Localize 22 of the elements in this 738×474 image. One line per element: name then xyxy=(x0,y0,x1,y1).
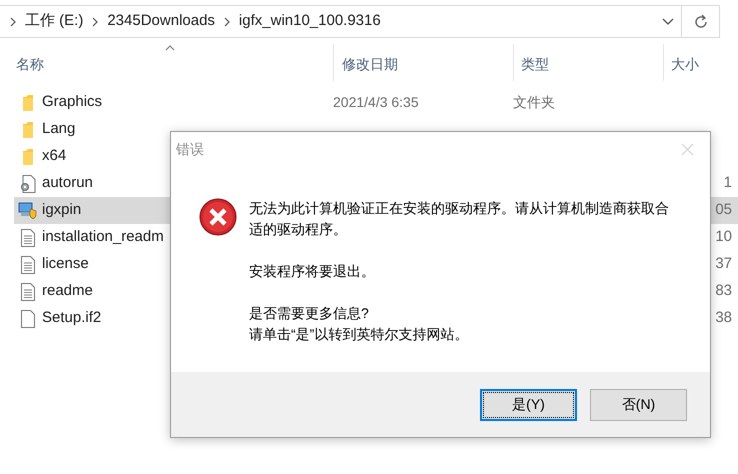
file-name: autorun xyxy=(42,174,93,192)
file-name: igxpin xyxy=(42,201,82,218)
error-message: 无法为此计算机验证正在安装的驱动程序。请从计算机制造商获取合适的驱动程序。 xyxy=(249,199,670,239)
dialog-title: 错误 xyxy=(176,140,204,158)
info-question: 是否需要更多信息? xyxy=(249,304,370,323)
file-name: readme xyxy=(42,282,93,300)
file-name: Graphics xyxy=(42,93,102,110)
support-hint: 请单击“是”以转到英特尔支持网站。 xyxy=(249,325,470,344)
file-size: 83 xyxy=(715,281,732,302)
file-size: 37 xyxy=(715,254,732,274)
file-type: 文件夹 xyxy=(513,93,556,112)
file-name: license xyxy=(42,255,89,272)
file-size: 05 xyxy=(715,200,732,220)
file-name: Setup.if2 xyxy=(42,309,102,326)
file-name: Lang xyxy=(42,120,76,138)
file-size: 1 xyxy=(724,173,732,194)
exit-message: 安装程序将要退出。 xyxy=(249,262,376,281)
file-size: 38 xyxy=(715,308,732,328)
file-name: x64 xyxy=(42,147,66,164)
file-size: 10 xyxy=(715,227,732,248)
file-name: installation_readm xyxy=(42,228,164,246)
modified-date: 2021/4/3 6:35 xyxy=(333,93,420,112)
